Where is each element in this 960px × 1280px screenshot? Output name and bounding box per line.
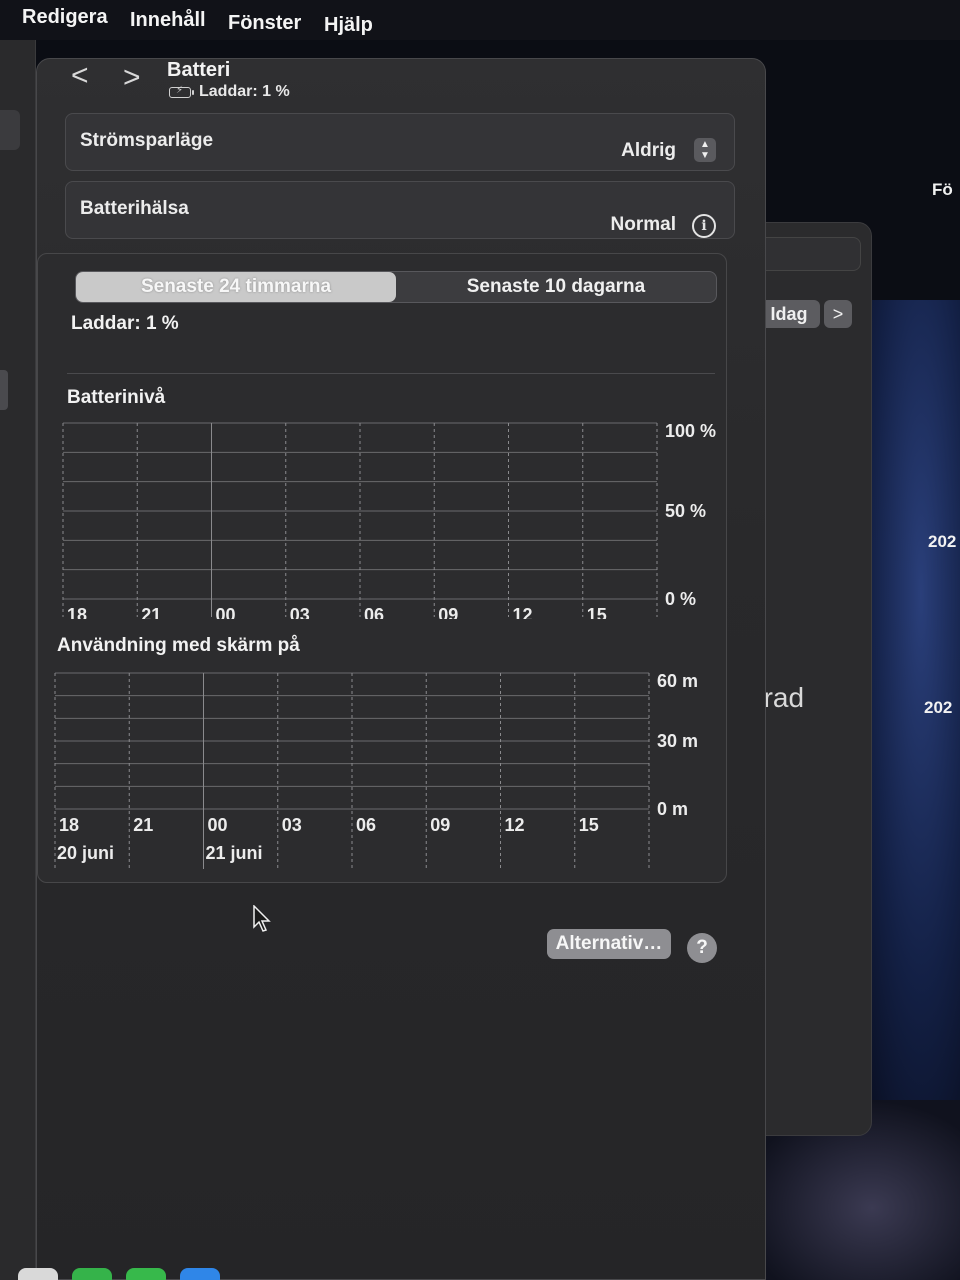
charge-status: Laddar: 1 % [71, 313, 179, 334]
today-button[interactable]: Idag [758, 300, 820, 328]
dock-app-icon[interactable] [18, 1268, 58, 1280]
options-button[interactable]: Alternativ… [547, 929, 671, 959]
page-subtitle: ⚡ Laddar: 1 % [169, 83, 290, 101]
x-tick-label: 18 [59, 815, 79, 835]
x-tick-label: 15 [587, 605, 607, 619]
forward-button[interactable]: > [123, 63, 141, 93]
y-tick-label: 60 m [657, 671, 698, 691]
date-label: 20 juni [57, 843, 114, 863]
screen-usage-chart-title: Användning med skärm på [57, 635, 300, 656]
dock-app-icon[interactable] [72, 1268, 112, 1280]
up-down-stepper-icon[interactable]: ▲ ▼ [694, 138, 716, 162]
battery-level-chart: 18 21 00 03 06 09 12 15 100 % 50 % 0 % [62, 421, 716, 619]
x-tick-label: 09 [438, 605, 458, 619]
tab-last-24-hours[interactable]: Senaste 24 timmarna [76, 272, 396, 302]
y-tick-label: 100 % [665, 421, 716, 441]
menu-redigera[interactable]: Redigera [22, 6, 108, 29]
y-tick-label: 0 m [657, 799, 688, 819]
menu-innehall[interactable]: Innehåll [130, 9, 206, 32]
sidebar-edge-tab [0, 110, 20, 150]
x-tick-label: 12 [513, 605, 533, 619]
y-tick-label: 50 % [665, 501, 706, 521]
help-button[interactable]: ? [687, 933, 717, 963]
power-saving-value[interactable]: Aldrig [621, 140, 676, 162]
menu-fonster[interactable]: Fönster [228, 12, 301, 35]
dock-app-icon[interactable] [180, 1268, 220, 1280]
time-range-tabs: Senaste 24 timmarna Senaste 10 dagarna [75, 271, 717, 303]
charging-status-subtitle: Laddar: 1 % [199, 83, 290, 100]
dock-app-icon[interactable] [126, 1268, 166, 1280]
x-tick-label: 21 [141, 605, 161, 619]
next-day-button[interactable]: > [824, 300, 852, 328]
sidebar-window-edge [0, 40, 36, 1280]
menu-hjalp[interactable]: Hjälp [324, 14, 373, 37]
x-tick-label: 03 [282, 815, 302, 835]
battery-health-value: Normal [610, 214, 676, 235]
battery-level-chart-title: Batterinivå [67, 387, 166, 408]
y-tick-label: 0 % [665, 589, 696, 609]
wallpaper-label: Fö [932, 180, 953, 199]
x-tick-label: 00 [208, 815, 228, 835]
screen-usage-chart: 18 21 00 03 06 09 12 15 20 juni 21 juni 60 m 30 m 0 … [54, 671, 698, 869]
date-label: 21 juni [206, 843, 263, 863]
y-tick-label: 30 m [657, 731, 698, 751]
page-title: Batteri [167, 59, 231, 81]
power-saving-row: Strömsparläge Aldrig ▲ ▼ [65, 113, 735, 171]
tab-last-10-days[interactable]: Senaste 10 dagarna [396, 272, 716, 302]
x-tick-label: 06 [364, 605, 384, 619]
mouse-pointer-icon [253, 905, 271, 932]
sidebar-edge-tab [0, 370, 8, 410]
wallpaper-label: 202 [928, 532, 957, 551]
info-circle-icon[interactable]: i [692, 214, 716, 238]
wallpaper-label: 202 [924, 698, 953, 717]
battery-settings-window: < > Batteri ⚡ Laddar: 1 % Strömsparläge … [36, 58, 766, 1280]
battery-health-label: Batterihälsa [80, 198, 189, 219]
x-tick-label: 09 [430, 815, 450, 835]
divider [67, 373, 715, 374]
x-tick-label: 21 [133, 815, 153, 835]
x-tick-label: 12 [505, 815, 525, 835]
battery-charging-icon: ⚡ [169, 85, 194, 98]
menu-bar: Redigera Innehåll Fönster Hjälp [0, 0, 960, 40]
x-tick-label: 15 [579, 815, 599, 835]
back-button[interactable]: < [71, 61, 89, 91]
dock [0, 1268, 260, 1280]
battery-health-row: Batterihälsa Normal i [65, 181, 735, 239]
power-saving-label: Strömsparläge [80, 130, 214, 151]
x-tick-label: 00 [216, 605, 236, 619]
x-tick-label: 03 [290, 605, 310, 619]
x-tick-label: 06 [356, 815, 376, 835]
x-tick-label: 18 [67, 605, 87, 619]
